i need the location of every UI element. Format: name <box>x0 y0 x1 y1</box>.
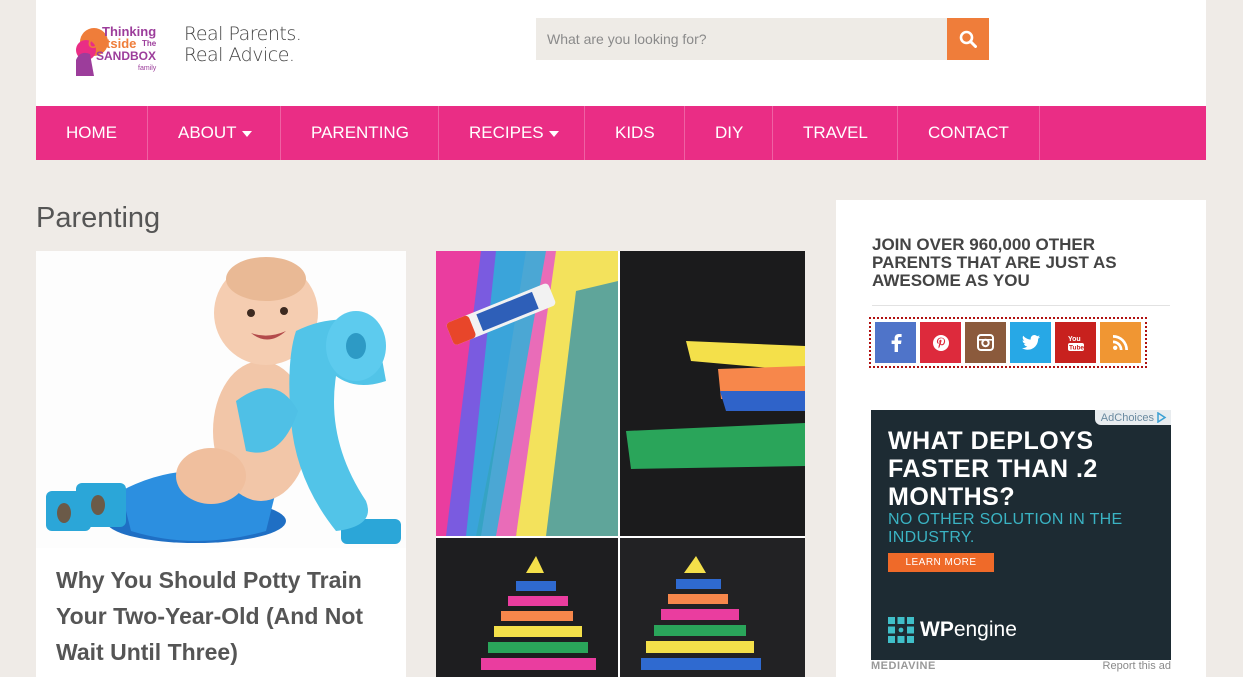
youtube-icon: YouTube <box>1067 336 1084 351</box>
adchoices-icon <box>1157 412 1167 423</box>
rss-icon <box>1113 335 1128 350</box>
ad-footer: MEDIAVINE Report this ad <box>871 660 1171 676</box>
nav-item-home[interactable]: HOME <box>36 106 148 160</box>
adchoices-label: AdChoices <box>1100 411 1154 424</box>
nav-item-contact[interactable]: CONTACT <box>898 106 1040 160</box>
post-card[interactable]: Why You Should Potty Train Your Two-Year… <box>36 251 406 677</box>
sidebar: JOIN OVER 960,000 OTHER PARENTS THAT ARE… <box>836 200 1206 677</box>
nav-label: HOME <box>66 123 117 142</box>
nav-label: RECIPES <box>469 123 544 142</box>
ad-brand-bold: WP <box>920 618 954 641</box>
svg-text:The: The <box>142 39 157 48</box>
adchoices-badge[interactable]: AdChoices <box>1094 410 1171 425</box>
divider <box>872 305 1170 306</box>
instagram-icon <box>977 334 994 351</box>
search-icon <box>959 30 977 48</box>
post-image-paper-trees[interactable] <box>436 251 805 677</box>
nav-label: ABOUT <box>178 123 237 142</box>
pinterest-icon <box>932 334 949 351</box>
newsletter-heading: JOIN OVER 960,000 OTHER PARENTS THAT ARE… <box>872 235 1117 290</box>
nav-item-parenting[interactable]: PARENTING <box>281 106 439 160</box>
ad-headline: WHAT DEPLOYS FASTER THAN .2 MONTHS? <box>888 427 1098 511</box>
nav-label: PARENTING <box>311 123 409 142</box>
post-title[interactable]: Why You Should Potty Train Your Two-Year… <box>56 562 376 670</box>
svg-text:SANDBOX: SANDBOX <box>96 49 156 63</box>
search-button[interactable] <box>947 18 989 60</box>
site-tagline: Real Parents. Real Advice. <box>184 23 302 66</box>
youtube-link[interactable]: You Tube <box>1055 322 1096 363</box>
post-card[interactable] <box>436 251 805 677</box>
main-nav: HOME ABOUT PARENTING RECIPES KIDS DIY TR… <box>36 106 1206 160</box>
ad-subheadline: NO OTHER SOLUTION IN THE INDUSTRY. <box>888 511 1123 546</box>
nav-label: CONTACT <box>928 123 1009 142</box>
instagram-link[interactable] <box>965 322 1006 363</box>
nav-item-recipes[interactable]: RECIPES <box>439 106 585 160</box>
svg-text:Tube: Tube <box>1069 344 1084 351</box>
site-header: Thinking Outside The SANDBOX family Real… <box>36 0 1206 106</box>
tagline-line-1: Real Parents. <box>184 23 302 45</box>
post-image-baby-potty[interactable] <box>36 251 406 548</box>
rss-link[interactable] <box>1100 322 1141 363</box>
nav-item-travel[interactable]: TRAVEL <box>773 106 898 160</box>
ad-brand-logo: WPengine <box>888 617 1017 643</box>
caret-down-icon <box>548 131 559 137</box>
ad-brand-light: engine <box>953 618 1017 641</box>
social-links: You Tube <box>869 317 1147 368</box>
ad-learn-more-button[interactable]: LEARN MORE <box>888 553 994 572</box>
twitter-link[interactable] <box>1010 322 1051 363</box>
nav-label: DIY <box>715 123 744 142</box>
svg-text:family: family <box>138 65 157 72</box>
caret-down-icon <box>241 131 252 137</box>
sidebar-ad[interactable]: AdChoices WHAT DEPLOYS FASTER THAN .2 MO… <box>871 410 1171 660</box>
facebook-icon <box>891 333 902 352</box>
search-input[interactable] <box>536 18 947 60</box>
report-ad-link[interactable]: Report this ad <box>1103 660 1171 672</box>
ad-network-label: MEDIAVINE <box>871 660 936 672</box>
nav-item-about[interactable]: ABOUT <box>148 106 281 160</box>
tagline-line-2: Real Advice. <box>184 44 295 66</box>
facebook-link[interactable] <box>875 322 916 363</box>
site-logo[interactable]: Thinking Outside The SANDBOX family <box>72 20 172 76</box>
pinterest-link[interactable] <box>920 322 961 363</box>
nav-label: TRAVEL <box>803 123 868 142</box>
svg-text:You: You <box>1068 336 1081 343</box>
twitter-icon <box>1021 335 1040 350</box>
nav-label: KIDS <box>615 123 655 142</box>
wpengine-logo-icon <box>888 617 914 643</box>
nav-item-kids[interactable]: KIDS <box>585 106 685 160</box>
search-bar <box>536 18 989 60</box>
nav-item-diy[interactable]: DIY <box>685 106 773 160</box>
page-title: Parenting <box>36 202 161 234</box>
